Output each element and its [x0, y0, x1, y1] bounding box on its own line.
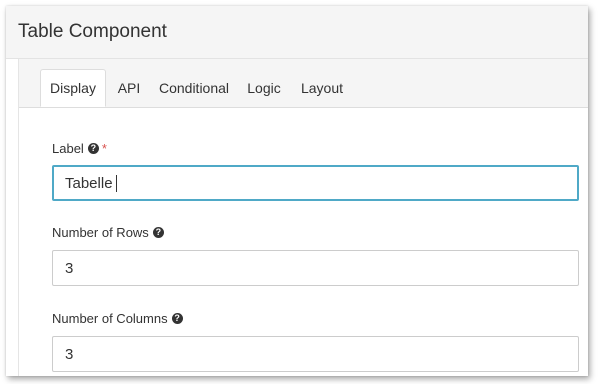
- tab-logic-label: Logic: [247, 80, 281, 96]
- tab-layout-label: Layout: [300, 80, 344, 96]
- columns-input-value: 3: [65, 345, 74, 363]
- component-edit-dialog: Table Component Display API Conditional …: [6, 6, 588, 376]
- tab-logic[interactable]: Logic: [244, 69, 284, 107]
- tab-conditional[interactable]: Conditional: [156, 69, 232, 107]
- dialog-body: Display API Conditional Logic Layout Lab…: [18, 59, 588, 376]
- dialog-header: Table Component: [6, 6, 588, 59]
- question-circle-icon[interactable]: ?: [87, 143, 99, 154]
- tab-api[interactable]: API: [111, 69, 147, 107]
- text-caret: [115, 174, 117, 192]
- dialog-title: Table Component: [18, 21, 167, 42]
- tab-conditional-label: Conditional: [158, 80, 230, 96]
- columns-field-label: Number of Columns ?: [52, 311, 183, 326]
- label-field-label-text: Label: [52, 141, 84, 156]
- columns-field-label-text: Number of Columns: [52, 311, 168, 326]
- tab-display[interactable]: Display: [40, 69, 106, 107]
- rows-input[interactable]: 3: [52, 250, 579, 286]
- tab-bar: Display API Conditional Logic Layout: [19, 59, 588, 108]
- tab-layout[interactable]: Layout: [298, 69, 346, 107]
- rows-input-value: 3: [65, 259, 74, 277]
- label-field-label: Label ? *: [52, 141, 107, 156]
- label-input-value: Tabelle: [65, 174, 113, 192]
- tab-display-label: Display: [50, 80, 96, 96]
- label-input[interactable]: Tabelle: [52, 165, 579, 201]
- question-circle-icon[interactable]: ?: [171, 313, 183, 324]
- tab-api-label: API: [117, 80, 141, 96]
- question-circle-icon[interactable]: ?: [152, 227, 164, 238]
- columns-input[interactable]: 3: [52, 336, 579, 372]
- required-indicator: *: [101, 141, 107, 156]
- rows-field-label-text: Number of Rows: [52, 225, 149, 240]
- rows-field-label: Number of Rows ?: [52, 225, 164, 240]
